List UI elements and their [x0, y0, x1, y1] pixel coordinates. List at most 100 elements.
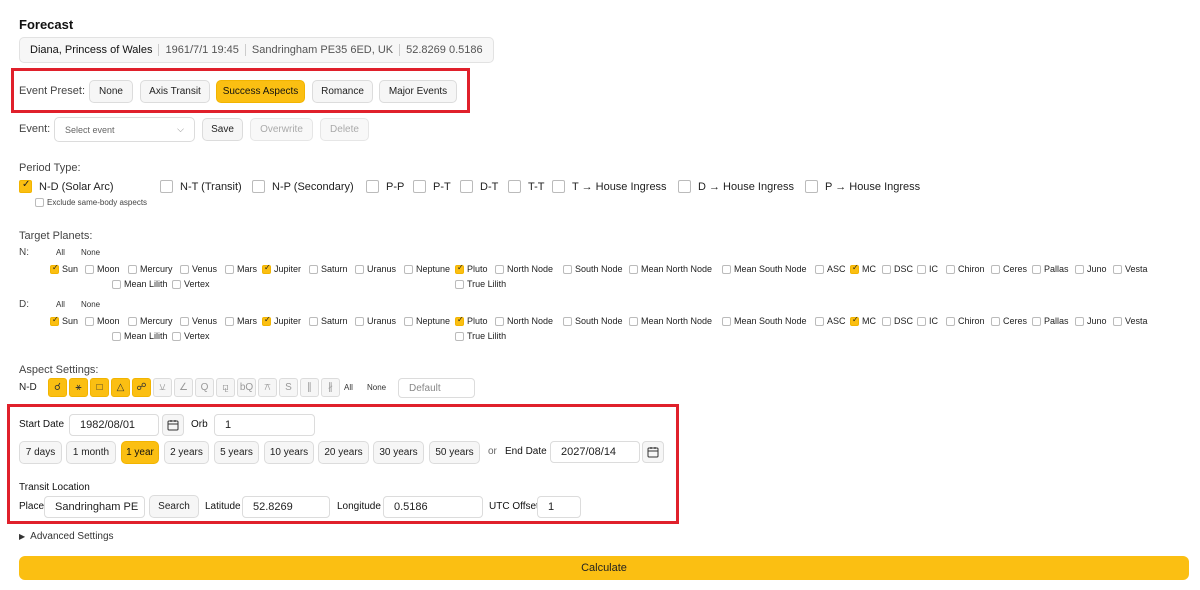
utc-offset-input[interactable]: 1	[537, 496, 581, 518]
planet-checkbox-d-vertex[interactable]: Vertex	[172, 331, 210, 341]
planet-checkbox-n-pluto[interactable]: Pluto	[455, 263, 488, 274]
planet-checkbox-d-uranus[interactable]: Uranus	[355, 316, 396, 326]
range-2-years-button[interactable]: 2 years	[164, 441, 209, 464]
planets-n-none-link[interactable]: None	[81, 248, 100, 257]
range-50-years-button[interactable]: 50 years	[429, 441, 480, 464]
preset-axis-transit-button[interactable]: Axis Transit	[140, 80, 210, 103]
planet-checkbox-n-ic[interactable]: IC	[917, 264, 938, 274]
planet-checkbox-n-ceres[interactable]: Ceres	[991, 264, 1027, 274]
planet-checkbox-n-jupiter[interactable]: Jupiter	[262, 263, 301, 274]
exclude-same-body-checkbox[interactable]: Exclude same-body aspects	[35, 198, 147, 207]
start-date-input[interactable]: 1982/08/01	[69, 414, 159, 436]
planet-checkbox-n-south-node[interactable]: South Node	[563, 264, 623, 274]
advanced-settings-toggle[interactable]: ▶ Advanced Settings	[19, 531, 114, 542]
planet-checkbox-n-pallas[interactable]: Pallas	[1032, 264, 1069, 274]
planet-checkbox-n-mean-north-node[interactable]: Mean North Node	[629, 264, 712, 274]
planet-checkbox-d-mercury[interactable]: Mercury	[128, 316, 173, 326]
range-20-years-button[interactable]: 20 years	[318, 441, 369, 464]
event-save-button[interactable]: Save	[202, 118, 243, 141]
planet-checkbox-n-north-node[interactable]: North Node	[495, 264, 553, 274]
sextile-icon[interactable]: ⚹	[69, 378, 88, 397]
planets-d-all-link[interactable]: All	[56, 300, 65, 309]
preset-success-aspects-button[interactable]: Success Aspects	[216, 80, 305, 103]
planet-checkbox-d-mars[interactable]: Mars	[225, 316, 257, 326]
quincunx-icon[interactable]: ⚻	[258, 378, 277, 397]
preset-none-button[interactable]: None	[89, 80, 133, 103]
planet-checkbox-d-south-node[interactable]: South Node	[563, 316, 623, 326]
planet-checkbox-d-saturn[interactable]: Saturn	[309, 316, 348, 326]
range-10-years-button[interactable]: 10 years	[264, 441, 314, 464]
conjunction-icon[interactable]: ☌	[48, 378, 67, 397]
trine-icon[interactable]: △	[111, 378, 130, 397]
planet-checkbox-d-north-node[interactable]: North Node	[495, 316, 553, 326]
aspects-all-link[interactable]: All	[344, 383, 353, 392]
planet-checkbox-d-mean-north-node[interactable]: Mean North Node	[629, 316, 712, 326]
planet-checkbox-d-venus[interactable]: Venus	[180, 316, 217, 326]
planet-checkbox-d-vesta[interactable]: Vesta	[1113, 316, 1148, 326]
end-date-input[interactable]: 2027/08/14	[550, 441, 640, 463]
parallel-icon[interactable]: ∥	[300, 378, 319, 397]
septile-icon[interactable]: S	[279, 378, 298, 397]
planet-checkbox-n-saturn[interactable]: Saturn	[309, 264, 348, 274]
planet-checkbox-d-mean-lilith[interactable]: Mean Lilith	[112, 331, 168, 341]
planet-checkbox-d-neptune[interactable]: Neptune	[404, 316, 450, 326]
latitude-input[interactable]: 52.8269	[242, 496, 330, 518]
biquintile-icon[interactable]: bQ	[237, 378, 256, 397]
planet-checkbox-d-ceres[interactable]: Ceres	[991, 316, 1027, 326]
planet-checkbox-d-pluto[interactable]: Pluto	[455, 315, 488, 326]
planet-checkbox-d-jupiter[interactable]: Jupiter	[262, 315, 301, 326]
planets-d-none-link[interactable]: None	[81, 300, 100, 309]
semisextile-icon[interactable]: ⚺	[153, 378, 172, 397]
period-nd-checkbox[interactable]: N-D (Solar Arc)	[19, 179, 114, 193]
planet-checkbox-d-mc[interactable]: MC	[850, 315, 876, 326]
period-p-house-checkbox[interactable]: P → House Ingress	[805, 180, 920, 193]
planet-checkbox-n-neptune[interactable]: Neptune	[404, 264, 450, 274]
person-summary[interactable]: Diana, Princess of Wales 1961/7/1 19:45 …	[19, 37, 494, 63]
planet-checkbox-d-mean-south-node[interactable]: Mean South Node	[722, 316, 807, 326]
calculate-button[interactable]: Calculate	[19, 556, 1189, 580]
planet-checkbox-n-vesta[interactable]: Vesta	[1113, 264, 1148, 274]
planet-checkbox-n-vertex[interactable]: Vertex	[172, 279, 210, 289]
planet-checkbox-d-ic[interactable]: IC	[917, 316, 938, 326]
planet-checkbox-d-dsc[interactable]: DSC	[882, 316, 913, 326]
place-input[interactable]: Sandringham PE	[44, 496, 145, 518]
planet-checkbox-n-moon[interactable]: Moon	[85, 264, 120, 274]
period-tt-checkbox[interactable]: T-T	[508, 180, 545, 193]
orb-input[interactable]: 1	[214, 414, 315, 436]
quintile-icon[interactable]: Q	[195, 378, 214, 397]
range-1-year-button[interactable]: 1 year	[121, 441, 159, 464]
opposition-icon[interactable]: ☍	[132, 378, 151, 397]
event-delete-button[interactable]: Delete	[320, 118, 369, 141]
planet-checkbox-n-true-lilith[interactable]: True Lilith	[455, 279, 506, 289]
period-nt-checkbox[interactable]: N-T (Transit)	[160, 180, 242, 193]
planet-checkbox-n-mean-south-node[interactable]: Mean South Node	[722, 264, 807, 274]
planet-checkbox-n-mercury[interactable]: Mercury	[128, 264, 173, 274]
planet-checkbox-n-chiron[interactable]: Chiron	[946, 264, 985, 274]
planet-checkbox-n-asc[interactable]: ASC	[815, 264, 846, 274]
period-t-house-checkbox[interactable]: T → House Ingress	[552, 180, 667, 193]
planets-n-all-link[interactable]: All	[56, 248, 65, 257]
planet-checkbox-d-asc[interactable]: ASC	[815, 316, 846, 326]
planet-checkbox-d-moon[interactable]: Moon	[85, 316, 120, 326]
planet-checkbox-n-uranus[interactable]: Uranus	[355, 264, 396, 274]
planet-checkbox-d-pallas[interactable]: Pallas	[1032, 316, 1069, 326]
period-np-checkbox[interactable]: N-P (Secondary)	[252, 180, 354, 193]
period-dt-checkbox[interactable]: D-T	[460, 180, 498, 193]
period-pp-checkbox[interactable]: P-P	[366, 180, 404, 193]
preset-major-events-button[interactable]: Major Events	[379, 80, 457, 103]
preset-romance-button[interactable]: Romance	[312, 80, 373, 103]
planet-checkbox-n-dsc[interactable]: DSC	[882, 264, 913, 274]
event-select[interactable]: Select event ⌵	[54, 117, 195, 142]
aspect-default-field[interactable]: Default	[398, 378, 475, 398]
planet-checkbox-d-chiron[interactable]: Chiron	[946, 316, 985, 326]
place-search-button[interactable]: Search	[149, 495, 199, 518]
planet-checkbox-n-mc[interactable]: MC	[850, 263, 876, 274]
end-date-calendar-button[interactable]	[642, 441, 664, 463]
start-date-calendar-button[interactable]	[162, 414, 184, 436]
semisquare-icon[interactable]: ∠	[174, 378, 193, 397]
range-5-years-button[interactable]: 5 years	[214, 441, 259, 464]
longitude-input[interactable]: 0.5186	[383, 496, 483, 518]
contraparallel-icon[interactable]: ∦	[321, 378, 340, 397]
planet-checkbox-n-sun[interactable]: Sun	[50, 263, 78, 274]
planet-checkbox-n-juno[interactable]: Juno	[1075, 264, 1107, 274]
